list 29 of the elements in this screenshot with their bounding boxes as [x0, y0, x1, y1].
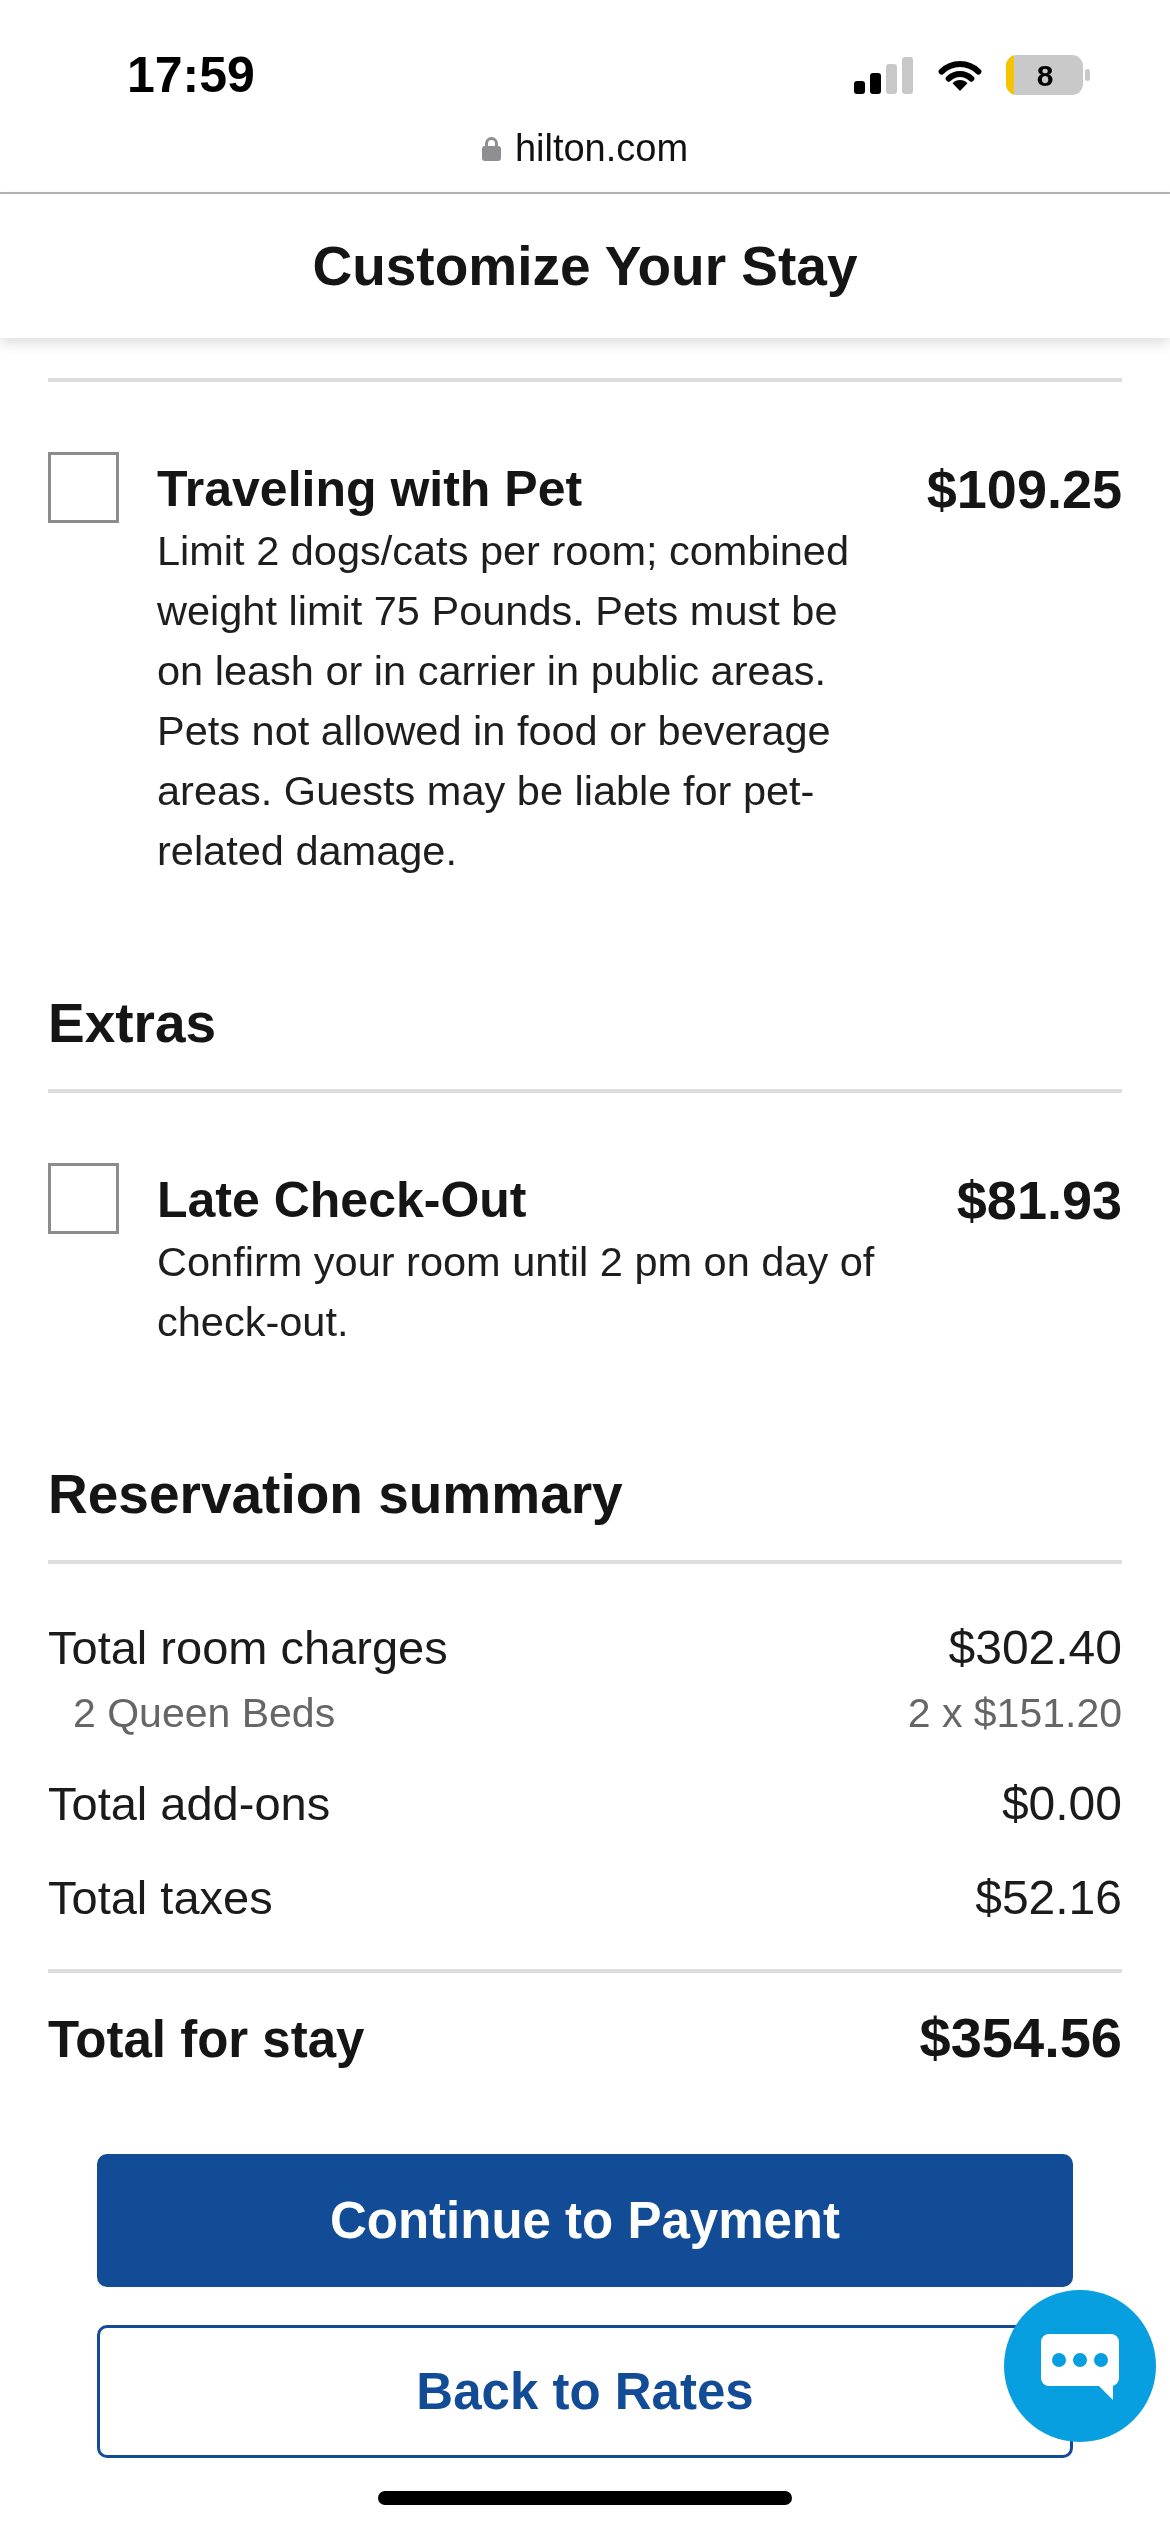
total-amount: $354.56 — [919, 2006, 1122, 2070]
summary-amount: $52.16 — [975, 1870, 1122, 1926]
room-rate-detail: 2 x $151.20 — [907, 1689, 1122, 1738]
wifi-icon — [938, 58, 982, 92]
addon-description: Confirm your room until 2 pm on day of check-out. — [157, 1237, 876, 1347]
url-text[interactable]: hilton.com — [514, 126, 689, 170]
checkbox[interactable] — [48, 452, 119, 523]
page-title: Customize Your Stay — [312, 234, 858, 299]
chat-bubble-icon — [1041, 2334, 1119, 2400]
addon-title: Late Check-Out — [157, 1171, 528, 1230]
room-type-label: 2 Queen Beds — [73, 1689, 336, 1738]
total-label: Total for stay — [48, 2010, 365, 2070]
summary-amount: $302.40 — [948, 1620, 1122, 1676]
addon-price: $109.25 — [926, 458, 1122, 521]
section-heading: Reservation summary — [48, 1462, 624, 1526]
primary-button[interactable]: Continue to Payment — [97, 2154, 1073, 2287]
section-heading: Extras — [48, 991, 218, 1055]
addon-price: $81.93 — [956, 1169, 1122, 1232]
summary-amount: $0.00 — [1001, 1776, 1122, 1832]
status-time: 17:59 — [127, 46, 255, 105]
summary-label: Total add-ons — [48, 1776, 331, 1832]
summary-label: Total room charges — [48, 1620, 448, 1676]
signal-icon — [854, 56, 914, 94]
checkbox[interactable] — [48, 1163, 119, 1234]
addon-title: Traveling with Pet — [157, 460, 584, 519]
addon-description: Limit 2 dogs/cats per room; combined weight limit 75 Pounds. Pets must be on leash or in carrier in public areas. Pets not allowed in food or beverage areas. Guests may be liable for pet-related damage. — [157, 526, 850, 876]
summary-label: Total taxes — [48, 1870, 273, 1926]
battery-indicator: 8 — [1006, 55, 1090, 95]
lock-icon — [481, 135, 501, 161]
